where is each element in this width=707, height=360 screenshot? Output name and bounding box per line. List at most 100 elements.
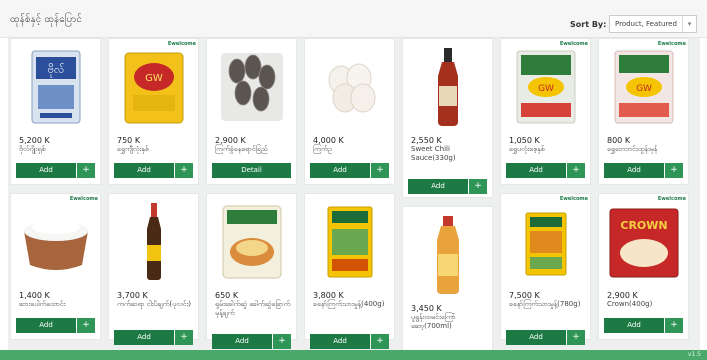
detail-button-label[interactable]: Detail [212, 163, 291, 178]
add-to-cart-button[interactable]: Add + [114, 163, 193, 178]
plus-icon[interactable]: + [77, 163, 95, 178]
product-name: ကြက်ဥ [313, 145, 332, 153]
product-name: ရှမ်းခေါက်ဆွဲ ခေါက်ဆွဲခြောက် မုန့်ချက် [215, 300, 291, 317]
plus-icon[interactable]: + [567, 330, 585, 345]
product-card[interactable]: Ewelcome CROWN 2,900 K Crown(400g) Add + [598, 193, 689, 340]
version-label: v1.5 [687, 351, 701, 358]
product-image[interactable] [310, 201, 389, 283]
plus-icon[interactable]: + [77, 318, 95, 333]
product-name: ဗိုလ်ဂျိုးရှစ် [19, 145, 46, 153]
product-image[interactable] [16, 201, 95, 283]
plus-icon[interactable]: + [469, 179, 487, 194]
product-image[interactable]: CROWN [604, 201, 683, 283]
product-name: ကက်ဆရာ ငါးပိချက်(ပုလင်း) [117, 300, 192, 308]
svg-text:ဗိုလ်: ဗိုလ် [47, 63, 64, 78]
add-button[interactable]: Add [16, 318, 76, 333]
product-price: 4,000 K [313, 136, 344, 145]
product-image[interactable] [408, 46, 487, 128]
add-button[interactable]: Add [16, 163, 76, 178]
add-to-cart-button[interactable]: Add + [212, 334, 291, 349]
sort-select-value: Product, Featured [615, 20, 677, 28]
add-to-cart-button[interactable]: Add + [16, 163, 95, 178]
plus-icon[interactable]: + [273, 334, 291, 349]
product-card[interactable]: 4,000 K ကြက်ဥ Add + [304, 38, 395, 185]
product-card[interactable]: 3,700 K ကက်ဆရာ ငါးပိချက်(ပုလင်း) Add + [108, 193, 199, 345]
product-image[interactable] [408, 214, 487, 296]
product-price: 2,550 K [411, 136, 442, 145]
product-price: 2,900 K [215, 136, 246, 145]
plus-icon[interactable]: + [665, 318, 683, 333]
add-button[interactable]: Add [310, 334, 370, 349]
add-button[interactable]: Add [408, 179, 468, 194]
plus-icon[interactable]: + [665, 163, 683, 178]
product-card[interactable]: 3,800 K ခနော်ကြက်သားမှုန့်(400g) Add + [304, 193, 395, 349]
product-price: 1,050 K [509, 136, 540, 145]
header-bar: ထုန်စ်နှင့် ထုန်ပြောင် Sort By: Product,… [0, 0, 707, 38]
product-image[interactable]: GW [114, 46, 193, 128]
plus-icon[interactable]: + [175, 163, 193, 178]
add-to-cart-button[interactable]: Add + [408, 179, 487, 194]
product-price: 750 K [117, 136, 141, 145]
product-card[interactable]: Ewelcome GW 1,050 K ရွှေပလုံးစေ့နှစ် Add… [500, 38, 591, 185]
add-button[interactable]: Add [114, 330, 174, 345]
add-to-cart-button[interactable]: Add + [604, 318, 683, 333]
svg-text:GW: GW [636, 84, 652, 94]
add-to-cart-button[interactable]: Add + [310, 163, 389, 178]
add-to-cart-button[interactable]: Add + [114, 330, 193, 345]
page: ထုန်စ်နှင့် ထုန်ပြောင် Sort By: Product,… [0, 0, 707, 360]
product-card[interactable]: 3,450 K ပူရွန်းထမင်းကြော်ဆော့(700ml) [402, 206, 493, 353]
product-image[interactable] [114, 201, 193, 283]
add-button[interactable]: Add [506, 163, 566, 178]
add-to-cart-button[interactable]: Add + [604, 163, 683, 178]
product-card[interactable]: 650 K ရှမ်းခေါက်ဆွဲ ခေါက်ဆွဲခြောက် မုန့်… [206, 193, 297, 349]
product-name: ဆားပေါက်ထောင်း [19, 300, 66, 308]
product-image[interactable]: GW [604, 46, 683, 128]
product-card[interactable]: 2,550 K Sweet Chili Sauce(330g) Add + [402, 38, 493, 198]
add-button[interactable]: Add [114, 163, 174, 178]
product-card[interactable]: Ewelcome 1,400 K ဆားပေါက်ထောင်း Add + [10, 193, 101, 340]
product-card[interactable]: 2,900 K ကြက်ခွံနေရောင်ခြည် Detail [206, 38, 297, 185]
plus-icon[interactable]: + [175, 330, 193, 345]
plus-icon[interactable]: + [371, 334, 389, 349]
product-image[interactable]: GW [506, 46, 585, 128]
add-button[interactable]: Add [506, 330, 566, 345]
svg-text:GW: GW [538, 84, 554, 94]
product-image[interactable] [506, 201, 585, 283]
product-image[interactable] [310, 46, 389, 128]
page-title: ထုန်စ်နှင့် ထုန်ပြောင် [10, 14, 82, 25]
svg-text:CROWN: CROWN [620, 219, 667, 232]
add-to-cart-button[interactable]: Add + [506, 163, 585, 178]
product-price: 1,400 K [19, 291, 50, 300]
add-button[interactable]: Add [604, 163, 664, 178]
detail-button[interactable]: Detail [212, 163, 291, 178]
product-name: ကြက်ခွံနေရောင်ခြည် [215, 145, 268, 153]
product-price: 800 K [607, 136, 631, 145]
product-name: ရွှေပလုံးစေ့နှစ် [509, 145, 545, 153]
sort-select[interactable]: Product, Featured ▾ [609, 15, 697, 33]
product-image[interactable]: ဗိုလ် [16, 46, 95, 128]
sort-label: Sort By: [570, 20, 607, 29]
product-image[interactable] [212, 46, 291, 128]
product-card[interactable]: ဗိုလ် 5,200 K ဗိုလ်ဂျိုးရှစ် Add + [10, 38, 101, 185]
add-button[interactable]: Add [212, 334, 272, 349]
product-price: 650 K [215, 291, 239, 300]
plus-icon[interactable]: + [371, 163, 389, 178]
product-card[interactable]: Ewelcome 7,500 K ခနော်ကြက်သားမှုန့်(780g… [500, 193, 591, 345]
product-price: 7,500 K [509, 291, 540, 300]
add-button[interactable]: Add [310, 163, 370, 178]
product-card[interactable]: Ewelcome GW 750 K ရွှေကျီလုံးနှစ် Add + [108, 38, 199, 185]
product-price: 3,700 K [117, 291, 148, 300]
add-button[interactable]: Add [604, 318, 664, 333]
product-name: ရွှေဘေဘင်းထွန်းမှန် [607, 145, 658, 153]
product-price: 5,200 K [19, 136, 50, 145]
product-price: 3,450 K [411, 304, 442, 313]
product-image[interactable] [212, 201, 291, 283]
add-to-cart-button[interactable]: Add + [16, 318, 95, 333]
plus-icon[interactable]: + [567, 163, 585, 178]
add-to-cart-button[interactable]: Add + [310, 334, 389, 349]
product-card[interactable]: Ewelcome GW 800 K ရွှေဘေဘင်းထွန်းမှန် Ad… [598, 38, 689, 185]
product-name: Sweet Chili Sauce(330g) [411, 145, 456, 162]
product-name: ခနော်ကြက်သားမှုန့်(400g) [313, 300, 385, 308]
add-to-cart-button[interactable]: Add + [506, 330, 585, 345]
product-grid: ဗိုလ် 5,200 K ဗိုလ်ဂျိုးရှစ် Add + Ewelc… [8, 38, 700, 353]
